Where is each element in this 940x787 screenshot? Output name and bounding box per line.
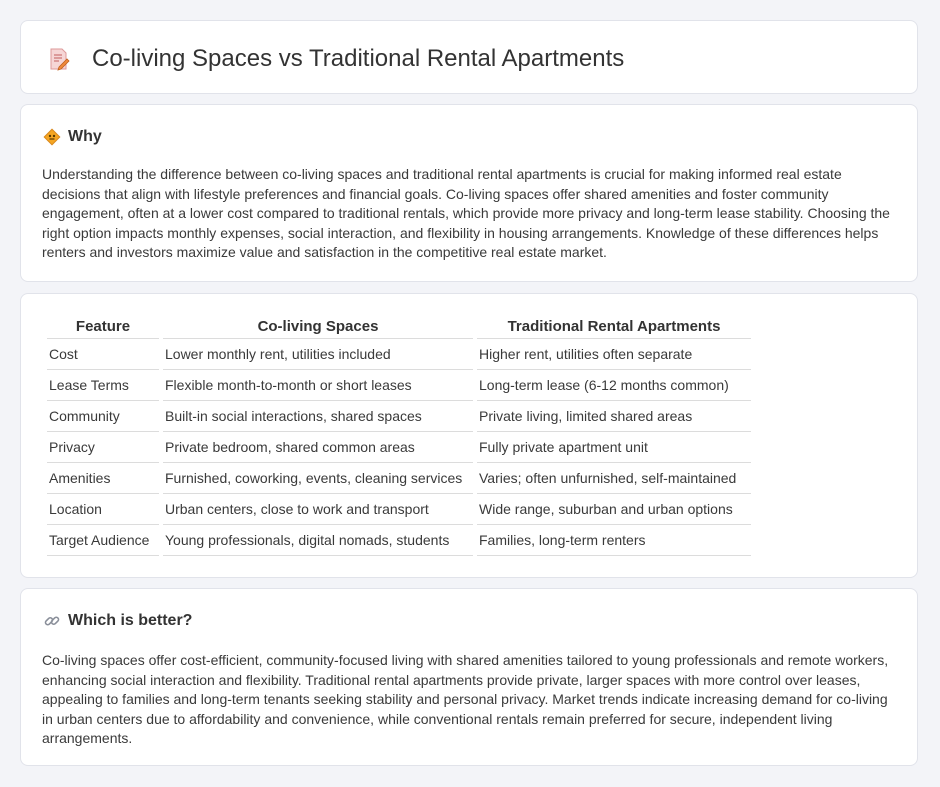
feature-cell: Privacy (47, 432, 159, 463)
traditional-cell: Families, long-term renters (477, 525, 751, 556)
feature-cell: Amenities (47, 463, 159, 494)
why-heading: Why (43, 127, 102, 147)
column-header-coliving: Co-living Spaces (163, 316, 473, 339)
traditional-cell: Varies; often unfurnished, self-maintain… (477, 463, 751, 494)
feature-cell: Target Audience (47, 525, 159, 556)
column-header-traditional: Traditional Rental Apartments (477, 316, 751, 339)
column-header-feature: Feature (47, 316, 159, 339)
why-section: Why Understanding the difference between… (20, 104, 918, 282)
feature-cell: Community (47, 401, 159, 432)
table-row: Privacy Private bedroom, shared common a… (47, 432, 751, 463)
feature-cell: Location (47, 494, 159, 525)
table-header-row: Feature Co-living Spaces Traditional Ren… (47, 316, 751, 339)
better-text: Co-living spaces offer cost-efficient, c… (42, 652, 889, 747)
table-row: Community Built-in social interactions, … (47, 401, 751, 432)
coliving-cell: Furnished, coworking, events, cleaning s… (163, 463, 473, 494)
table-row: Location Urban centers, close to work an… (47, 494, 751, 525)
traditional-cell: Wide range, suburban and urban options (477, 494, 751, 525)
title-card: Co-living Spaces vs Traditional Rental A… (20, 20, 918, 94)
table-row: Lease Terms Flexible month-to-month or s… (47, 370, 751, 401)
table-row: Target Audience Young professionals, dig… (47, 525, 751, 556)
why-title: Why (68, 128, 102, 145)
table-row: Amenities Furnished, coworking, events, … (47, 463, 751, 494)
feature-cell: Lease Terms (47, 370, 159, 401)
coliving-cell: Flexible month-to-month or short leases (163, 370, 473, 401)
document-pencil-icon (50, 48, 70, 71)
coliving-cell: Private bedroom, shared common areas (163, 432, 473, 463)
link-icon (44, 616, 60, 626)
diamond-sign-icon (43, 128, 61, 146)
coliving-cell: Urban centers, close to work and transpo… (163, 494, 473, 525)
traditional-cell: Private living, limited shared areas (477, 401, 751, 432)
traditional-cell: Higher rent, utilities often separate (477, 339, 751, 370)
better-title: Which is better? (68, 612, 193, 629)
better-heading: Which is better? (43, 611, 192, 631)
traditional-cell: Long-term lease (6-12 months common) (477, 370, 751, 401)
which-is-better-section: Which is better? Co-living spaces offer … (20, 588, 918, 766)
coliving-cell: Built-in social interactions, shared spa… (163, 401, 473, 432)
comparison-table: Feature Co-living Spaces Traditional Ren… (43, 316, 755, 556)
page-title: Co-living Spaces vs Traditional Rental A… (92, 45, 625, 72)
coliving-cell: Lower monthly rent, utilities included (163, 339, 473, 370)
why-text: Understanding the difference between co-… (42, 166, 890, 261)
comparison-section: Feature Co-living Spaces Traditional Ren… (20, 293, 918, 578)
traditional-cell: Fully private apartment unit (477, 432, 751, 463)
feature-cell: Cost (47, 339, 159, 370)
coliving-cell: Young professionals, digital nomads, stu… (163, 525, 473, 556)
table-row: Cost Lower monthly rent, utilities inclu… (47, 339, 751, 370)
